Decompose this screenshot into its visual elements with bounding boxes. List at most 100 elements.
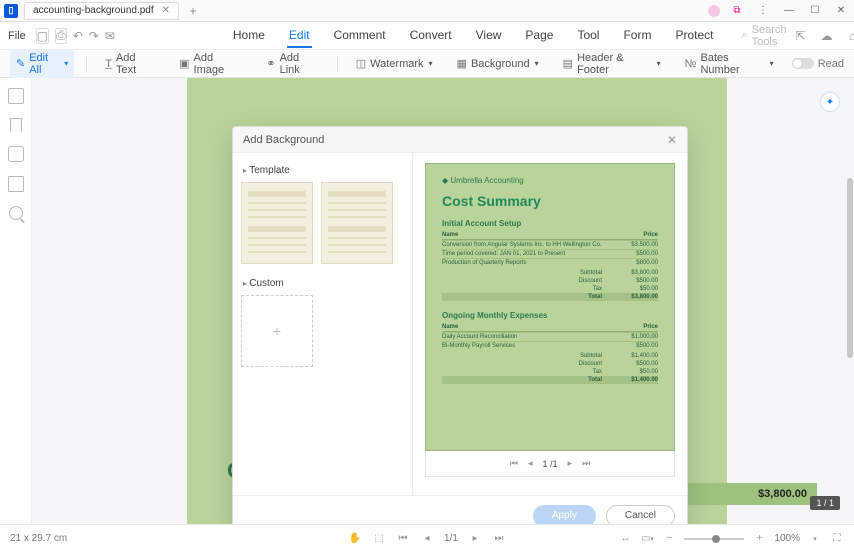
menu-protect[interactable]: Protect <box>673 24 715 48</box>
ai-assistant-button[interactable]: ✦ <box>820 92 840 112</box>
hand-tool-icon[interactable]: ✋ <box>348 532 362 546</box>
document-tab[interactable]: accounting-background.pdf ✕ <box>24 2 179 20</box>
watermark-button[interactable]: ◫Watermark▾ <box>350 55 439 72</box>
image-icon: ▣ <box>179 57 189 70</box>
add-text-button[interactable]: T̲Add Text <box>99 50 161 78</box>
chevron-down-icon: ▾ <box>64 59 68 68</box>
maximize-button[interactable]: ☐ <box>806 3 824 19</box>
statusbar: 21 x 29.7 cm ✋ ⬚ ⏮ ◂ 1/1 ▸ ⏭ ↔ ▭▾ − + 10… <box>0 524 854 552</box>
header-footer-icon: ▤ <box>563 57 573 70</box>
background-icon: ▦ <box>457 57 467 70</box>
menu-view[interactable]: View <box>474 24 504 48</box>
background-button[interactable]: ▦Background▾ <box>451 55 545 72</box>
kebab-menu-icon[interactable]: ⋮ <box>754 3 772 19</box>
page-number[interactable]: 1/1 <box>444 533 458 544</box>
apply-button[interactable]: Apply <box>533 505 596 525</box>
gift-icon[interactable]: ⧉ <box>728 3 746 19</box>
dialog-preview-pane: Umbrella Accounting Cost Summary Initial… <box>413 153 687 495</box>
preview-row: Production of Quarterly Reports$800.00 <box>442 258 658 267</box>
zoom-out-button[interactable]: − <box>662 532 676 546</box>
menu-convert[interactable]: Convert <box>408 24 454 48</box>
template-section-label[interactable]: Template <box>243 165 404 176</box>
fullscreen-icon[interactable]: ⛶ <box>830 532 844 546</box>
add-link-button[interactable]: ⚭Add Link <box>260 50 324 78</box>
dialog-header: Add Background ✕ <box>233 127 687 153</box>
menubar: File ▢ ⎙ ↶ ↷ ✉ Home Edit Comment Convert… <box>0 22 854 50</box>
page-indicator: 1 / 1 <box>810 496 840 510</box>
menu-form[interactable]: Form <box>621 24 653 48</box>
preview-total-row: Tax$50.00 <box>442 285 658 293</box>
next-page-button[interactable]: ▸ <box>468 532 482 546</box>
zoom-level[interactable]: 100% <box>774 533 800 544</box>
zoom-slider[interactable] <box>684 538 744 540</box>
view-mode-icon[interactable]: ▭▾ <box>640 532 654 546</box>
comments-icon[interactable] <box>8 146 24 162</box>
cloud-icon[interactable]: ☁ <box>819 28 835 44</box>
new-tab-button[interactable]: + <box>185 4 201 18</box>
pager-last-button[interactable]: ⏭ <box>582 458 590 469</box>
print-icon[interactable]: ⎙ <box>55 28 67 44</box>
select-tool-icon[interactable]: ⬚ <box>372 532 386 546</box>
menu-tool[interactable]: Tool <box>575 24 601 48</box>
home-icon[interactable]: ⌂ <box>845 28 854 44</box>
dialog-close-button[interactable]: ✕ <box>667 133 677 147</box>
dialog-title: Add Background <box>243 134 324 146</box>
zoom-dropdown-icon[interactable]: ▾ <box>808 532 822 546</box>
bates-number-button[interactable]: №Bates Number▾ <box>679 50 780 78</box>
bookmark-icon[interactable] <box>10 118 22 132</box>
custom-section-label[interactable]: Custom <box>243 278 404 289</box>
cancel-button[interactable]: Cancel <box>606 505 675 525</box>
toggle-switch[interactable] <box>792 58 814 69</box>
menu-comment[interactable]: Comment <box>332 24 388 48</box>
preview-total-row: Discount$500.00 <box>442 277 658 285</box>
left-rail <box>0 78 32 524</box>
add-image-button[interactable]: ▣Add Image <box>173 50 248 78</box>
bates-icon: № <box>685 58 697 70</box>
edit-toolbar: ✎Edit All▾ T̲Add Text ▣Add Image ⚭Add Li… <box>0 50 854 78</box>
read-mode-toggle[interactable]: Read <box>792 58 844 70</box>
first-page-button[interactable]: ⏮ <box>396 532 410 546</box>
add-custom-background-button[interactable]: + <box>241 295 313 367</box>
redo-icon[interactable]: ↷ <box>89 28 99 44</box>
close-window-button[interactable]: ✕ <box>832 3 850 19</box>
preview-total-row: Subtotal$3,800.00 <box>442 269 658 277</box>
pager-next-button[interactable]: ▸ <box>568 458 573 469</box>
text-icon: T̲ <box>105 58 112 70</box>
preview-section1-heading: Initial Account Setup <box>442 219 658 228</box>
pager-prev-button[interactable]: ◂ <box>528 458 533 469</box>
menu-page[interactable]: Page <box>523 24 555 48</box>
template-thumbnail-2[interactable] <box>321 182 393 264</box>
preview-title: Cost Summary <box>442 193 658 209</box>
thumbnails-icon[interactable] <box>8 88 24 104</box>
search-panel-icon[interactable] <box>9 206 23 220</box>
file-menu[interactable]: File <box>8 30 26 42</box>
account-badge-icon[interactable] <box>708 5 720 17</box>
undo-icon[interactable]: ↶ <box>73 28 83 44</box>
menu-home[interactable]: Home <box>231 24 267 48</box>
background-preview: Umbrella Accounting Cost Summary Initial… <box>425 163 675 451</box>
preview-pager: ⏮ ◂ 1 /1 ▸ ⏭ <box>425 451 675 477</box>
attachments-icon[interactable] <box>8 176 24 192</box>
email-icon[interactable]: ✉ <box>105 28 115 44</box>
vertical-scrollbar[interactable] <box>847 178 853 358</box>
close-tab-icon[interactable]: ✕ <box>162 5 170 16</box>
save-icon[interactable]: ▢ <box>36 28 49 44</box>
minimize-button[interactable]: — <box>780 3 798 19</box>
last-page-button[interactable]: ⏭ <box>492 532 506 546</box>
document-canvas[interactable]: Total $3,800.00 Ongoing Monthly Expenses… <box>32 78 854 524</box>
preview-total-row: Total$3,800.00 <box>442 293 658 301</box>
template-thumbnail-1[interactable] <box>241 182 313 264</box>
menu-edit[interactable]: Edit <box>287 24 312 48</box>
chevron-down-icon: ▾ <box>770 59 774 68</box>
prev-page-button[interactable]: ◂ <box>420 532 434 546</box>
zoom-in-button[interactable]: + <box>752 532 766 546</box>
share-icon[interactable]: ⇱ <box>793 28 809 44</box>
edit-all-button[interactable]: ✎Edit All▾ <box>10 50 74 78</box>
pager-first-button[interactable]: ⏮ <box>510 458 518 469</box>
titlebar: ▯ accounting-background.pdf ✕ + ⧉ ⋮ — ☐ … <box>0 0 854 22</box>
search-tools[interactable]: ⌕ Search Tools <box>741 24 786 48</box>
edit-icon: ✎ <box>16 57 25 70</box>
header-footer-button[interactable]: ▤Header & Footer▾ <box>557 50 667 78</box>
add-background-dialog: Add Background ✕ Template <box>232 126 688 524</box>
fit-width-icon[interactable]: ↔ <box>618 532 632 546</box>
